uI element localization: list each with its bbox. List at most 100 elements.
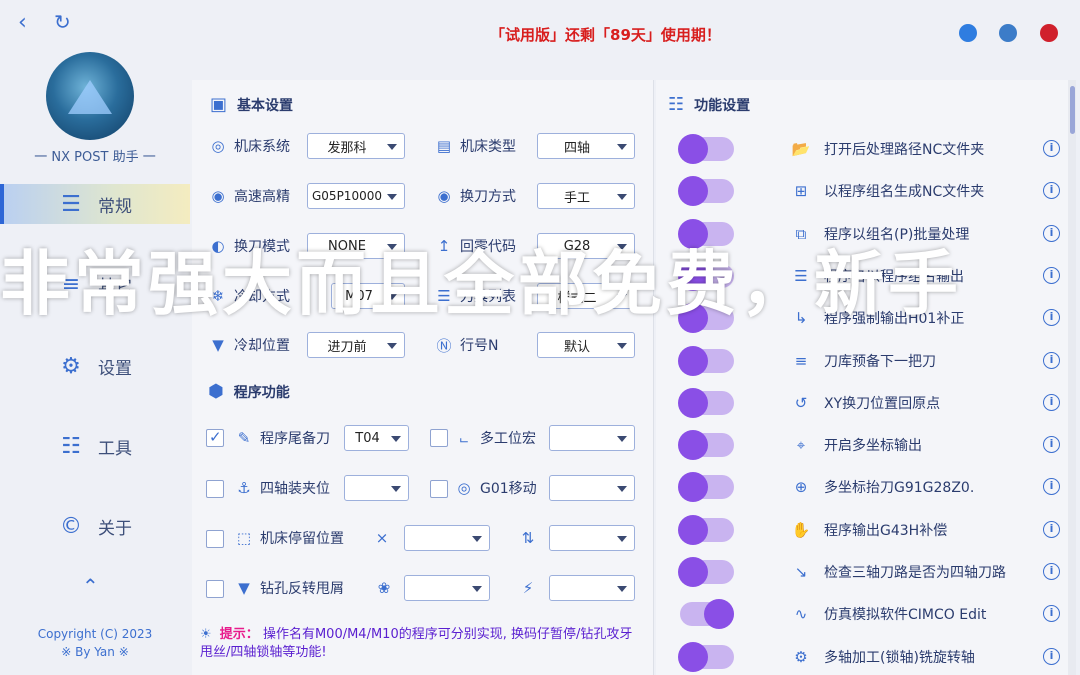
function-toggle[interactable] [678, 134, 734, 164]
hand-icon: ✋ [791, 520, 811, 539]
function-toggle[interactable] [678, 387, 734, 418]
home-icon: ↺ [794, 393, 808, 412]
coolant-position-select[interactable]: 进刀前 [307, 332, 405, 358]
function-toggle[interactable] [680, 599, 734, 630]
toggle-knob [678, 303, 708, 334]
g01-move-checkbox[interactable] [430, 480, 448, 498]
sidebar-item-other[interactable]: ≡ 其它 [0, 264, 190, 304]
field-label: 高速高精 [234, 189, 290, 205]
function-label: 程序强制输出H01补正 [824, 311, 965, 328]
info-icon[interactable]: i [1043, 266, 1060, 284]
trial-banner: 「试用版」还剩「89天」使用期！ [490, 26, 721, 44]
field-label: G01移动 [480, 481, 537, 497]
scrollbar[interactable] [1068, 80, 1076, 675]
function-toggle[interactable] [678, 557, 734, 587]
function-toggle[interactable] [678, 303, 734, 334]
line-number-select[interactable]: 默认 [537, 332, 635, 358]
tail-tool-checkbox[interactable] [206, 428, 224, 447]
close-button[interactable] [1040, 24, 1058, 42]
gear-icon: ⚙ [61, 353, 81, 379]
tip-box: ☀ 提示： 操作名有M00/M4/M10的程序可分别实现, 换码仔暂停/钻孔攻牙… [200, 626, 640, 662]
info-icon[interactable]: i [1043, 520, 1060, 538]
fourth-axis-clamp-checkbox[interactable] [206, 480, 224, 498]
toggle-settings-icon: ☷ [668, 94, 685, 115]
sidebar-item-general[interactable]: ☰ 常规 [0, 184, 190, 224]
machine-park-z-select[interactable] [549, 525, 635, 551]
function-toggle[interactable] [678, 176, 734, 207]
eye-icon: ◉ [437, 187, 451, 205]
info-icon[interactable]: i [1043, 563, 1060, 580]
tail-tool-select[interactable]: T04 [344, 425, 409, 451]
info-icon[interactable]: i [1043, 140, 1060, 157]
scrollbar-thumb[interactable] [1070, 86, 1075, 134]
info-icon[interactable]: i [1043, 647, 1060, 665]
tool-list-label: ☰ 刀具列表 [434, 284, 516, 308]
function-toggle[interactable] [678, 218, 734, 249]
machine-park-x-select[interactable] [404, 525, 490, 551]
function-label: 多坐标抬刀G91G28Z0. [824, 480, 975, 497]
list-icon: ≡ [61, 271, 81, 297]
machine-system-select[interactable]: 发那科 [307, 133, 405, 159]
collapse-up-icon[interactable]: ⌃ [82, 574, 99, 598]
function-label: 开启多坐标输出 [824, 438, 922, 455]
function-toggle[interactable] [678, 430, 734, 461]
info-icon[interactable]: i [1043, 351, 1060, 369]
machine-type-select[interactable]: 四轴 [537, 133, 635, 159]
coolant-icon: ❄ [211, 287, 225, 305]
toggle-knob [678, 345, 708, 376]
sidebar-item-about[interactable]: © 关于 [0, 506, 190, 546]
sidebar-item-settings[interactable]: ⚙ 设置 [0, 346, 190, 386]
function-toggle[interactable] [678, 514, 734, 545]
refresh-icon[interactable]: ↻ [54, 10, 71, 34]
function-label: 多轴加工(锁轴)铣旋转轴 [824, 649, 975, 666]
field-label: 机床类型 [460, 139, 516, 155]
machine-park-checkbox[interactable] [206, 530, 224, 548]
toggle-knob [678, 134, 708, 164]
sidebar-item-tools[interactable]: ☷ 工具 [0, 426, 190, 466]
axis-swap-glyph: ⨯ [375, 529, 389, 547]
tool-change-mode-select[interactable]: NONE [307, 233, 405, 259]
info-icon[interactable]: i [1043, 224, 1060, 242]
function-item: ↘ 检查三轴刀路是否为四轴刀路 [790, 560, 1006, 584]
toggle-knob [678, 514, 708, 545]
home-code-select[interactable]: G28 [537, 233, 635, 259]
function-item: ⊞ 以程序组名生成NC文件夹 [790, 179, 985, 203]
back-window-button[interactable] [959, 24, 977, 42]
minimize-button[interactable] [999, 24, 1017, 42]
field-label: 钻孔反转甩屑 [260, 581, 344, 597]
home-axis-icon: ↥ [437, 237, 451, 255]
function-item: ↺ XY换刀位置回原点 [790, 391, 940, 415]
wave-icon: ∿ [794, 605, 808, 624]
info-icon[interactable]: i [1043, 436, 1060, 454]
sidebar-item-label: 设置 [98, 358, 132, 379]
toggle-knob [678, 387, 708, 418]
machine-park-label: ⬚ 机床停留位置 [234, 526, 344, 550]
arrow-icon: ↳ [794, 309, 808, 328]
sidebar-item-label: 关于 [98, 518, 132, 539]
coolant-position-label: ▼ 冷却位置 [208, 333, 290, 357]
lightbulb-icon: ☀ [200, 627, 212, 642]
tool-list-select[interactable]: 样式二 [537, 283, 635, 309]
drill-reverse-select[interactable] [404, 575, 490, 601]
high-speed-select[interactable]: G05P10000 [307, 183, 405, 209]
multi-station-checkbox[interactable] [430, 429, 448, 447]
fourth-axis-clamp-select[interactable] [344, 475, 409, 501]
batch-icon: ⧉ [795, 224, 807, 243]
drill-reverse-checkbox[interactable] [206, 580, 224, 598]
field-label: 回零代码 [460, 239, 516, 255]
copyright-line: Copyright (C) 2023 [37, 627, 153, 641]
coolant-method-select[interactable]: M07 [331, 283, 405, 309]
g01-move-select[interactable] [549, 475, 635, 501]
function-toggle[interactable] [678, 641, 734, 672]
multi-station-select[interactable] [549, 425, 635, 451]
back-icon[interactable]: ‹ [18, 10, 27, 35]
function-toggle[interactable] [678, 472, 734, 503]
function-toggle[interactable] [678, 345, 734, 376]
function-toggle[interactable] [678, 260, 734, 291]
tool-change-mode-label: ◐ 换刀模式 [208, 234, 290, 258]
drill-reverse-speed-select[interactable] [549, 575, 635, 601]
tool-change-method-select[interactable]: 手工 [537, 183, 635, 209]
field-label: 多工位宏 [480, 431, 536, 447]
info-icon[interactable]: i [1043, 393, 1060, 411]
palette-icon: ◐ [211, 237, 225, 255]
